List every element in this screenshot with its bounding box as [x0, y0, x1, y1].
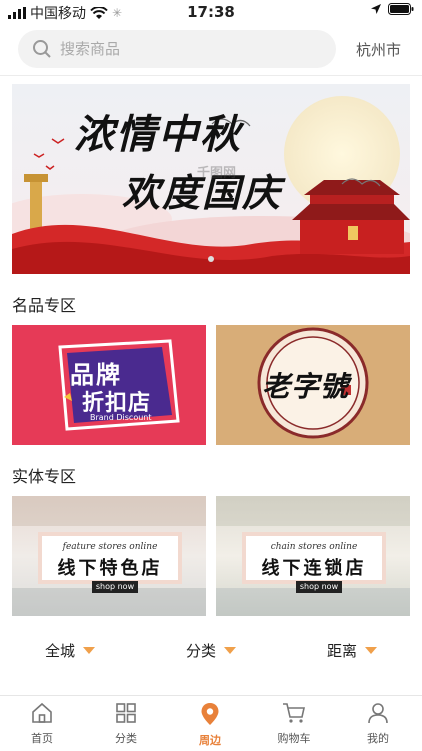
tab-nearby[interactable]: 周边 [175, 702, 245, 748]
feature-store-card[interactable]: feature stores online 线下特色店 shop now [12, 496, 206, 616]
status-time: 17:38 [187, 3, 235, 21]
home-icon [32, 702, 52, 723]
banner-watermark: 千图网 [197, 166, 237, 181]
chain-store-card[interactable]: chain stores online 线下连锁店 shop now [216, 496, 410, 616]
section-title-physical: 实体专区 [12, 467, 77, 486]
dropdown-arrow-icon [224, 647, 237, 654]
feature-store-title: 线下特色店 [57, 558, 163, 579]
chain-shop-now-button[interactable]: shop now [296, 581, 342, 593]
search-input[interactable] [60, 40, 300, 58]
tab-profile-label: 我的 [367, 732, 389, 745]
brand-card-subtitle: Brand Discount [90, 413, 152, 422]
feature-shop-now-button[interactable]: shop now [92, 581, 138, 593]
filter-city[interactable]: 全城 [45, 640, 96, 661]
banner-headline-1: 浓情中秋 [74, 111, 242, 158]
chain-card-blur-top [216, 496, 410, 526]
battery-icon [388, 3, 414, 15]
user-icon [368, 703, 388, 724]
bottom-tab-bar: 首页 分类 周边 购物车 我的 [0, 696, 422, 751]
city-selector[interactable]: 杭州市 [356, 39, 401, 60]
search-header: 杭州市 [0, 30, 422, 70]
tab-cart[interactable]: 购物车 [259, 702, 329, 746]
pagination-dot[interactable] [208, 256, 214, 262]
status-right [370, 3, 414, 15]
search-bar[interactable] [18, 30, 336, 68]
filter-distance[interactable]: 距离 [327, 640, 378, 661]
chain-store-caption: chain stores online [270, 542, 358, 552]
chain-store-label: chain stores online 线下连锁店 shop now [242, 532, 386, 593]
filter-category[interactable]: 分类 [186, 640, 237, 661]
dropdown-arrow-icon [83, 647, 96, 654]
banner-pagination [12, 256, 410, 262]
location-arrow-icon [371, 4, 381, 14]
dropdown-arrow-icon [365, 647, 378, 654]
feature-store-label: feature stores online 线下特色店 shop now [38, 532, 182, 593]
cart-icon [283, 703, 305, 723]
brand-discount-card[interactable]: 品牌 折扣店 Brand Discount [12, 325, 206, 445]
status-bar: 中国移动 ✳ 17:38 [0, 0, 422, 24]
location-pin-icon [201, 703, 219, 725]
tab-nearby-label: 周边 [199, 734, 221, 747]
filter-distance-label: 距离 [327, 642, 358, 660]
filter-city-label: 全城 [45, 642, 76, 660]
grid-icon [116, 703, 136, 723]
tab-category-label: 分类 [115, 732, 137, 745]
promo-banner[interactable]: 浓情中秋 欢度国庆 千图网 [12, 84, 410, 274]
feature-card-blur-top [12, 496, 206, 526]
tab-profile[interactable]: 我的 [343, 702, 413, 746]
old-brand-card[interactable]: 老字號 [216, 325, 410, 445]
header-divider [0, 75, 422, 76]
filter-bar: 全城 分类 距离 [0, 630, 422, 670]
old-brand-title: 老字號 [262, 370, 350, 403]
filter-category-label: 分类 [186, 642, 217, 660]
chain-store-title: 线下连锁店 [261, 558, 367, 579]
tab-home-label: 首页 [31, 732, 53, 745]
feature-store-caption: feature stores online [62, 542, 158, 552]
tab-home[interactable]: 首页 [7, 702, 77, 746]
tab-cart-label: 购物车 [277, 732, 311, 745]
section-title-brand: 名品专区 [12, 296, 77, 315]
tab-category[interactable]: 分类 [91, 702, 161, 746]
search-icon [33, 40, 51, 58]
